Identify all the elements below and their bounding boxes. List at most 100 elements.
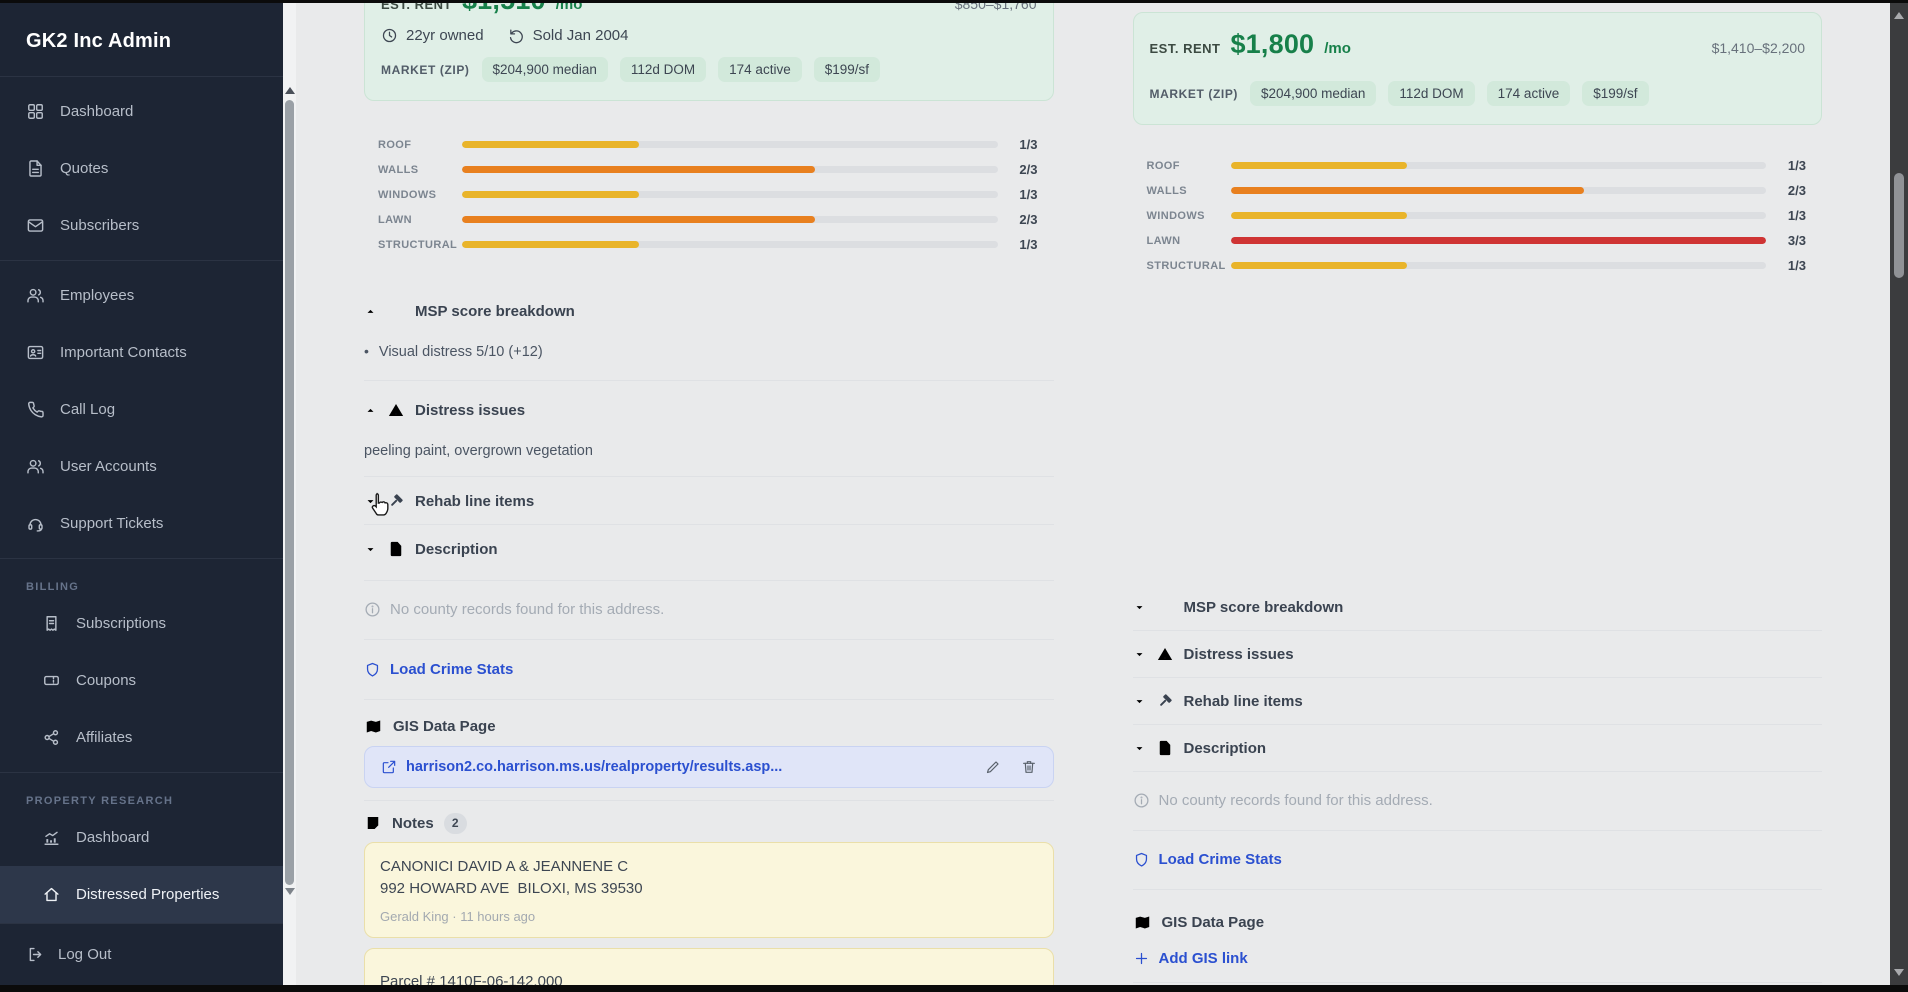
note-icon <box>364 814 382 832</box>
sidebar-item-label: Quotes <box>60 160 108 177</box>
sidebar-item-subscriptions[interactable]: Subscriptions <box>0 595 283 652</box>
divider <box>364 580 1054 581</box>
ticket-icon <box>42 671 61 690</box>
note-line: Parcel # 1410F-06-142.000 <box>380 971 1038 985</box>
condition-bar-roof: ROOF 1/3 <box>1147 155 1807 176</box>
bar-label: LAWN <box>378 214 462 226</box>
delete-trash-icon[interactable] <box>1021 759 1037 775</box>
condition-bar-windows: WINDOWS 1/3 <box>378 184 1038 205</box>
chevron-down-icon <box>364 543 377 556</box>
market-zip-label: MARKET (ZIP) <box>1150 87 1239 101</box>
rent-summary-box: EST. RENT $1,510 /mo $850–$1,760 22yr ow… <box>364 3 1054 101</box>
house-icon <box>42 885 61 904</box>
county-records-text: No county records found for this address… <box>1159 792 1433 809</box>
divider <box>364 476 1054 477</box>
gis-data-page-header: GIS Data Page <box>364 716 1054 736</box>
sidebar-scrollbar-thumb[interactable] <box>285 100 294 885</box>
sidebar-item-distressed-properties[interactable]: Distressed Properties <box>0 866 283 923</box>
gis-external-link[interactable]: harrison2.co.harrison.ms.us/realproperty… <box>381 759 782 775</box>
phone-icon <box>26 400 45 419</box>
sidebar-item-property-dashboard[interactable]: Dashboard <box>0 809 283 866</box>
headset-icon <box>26 514 45 533</box>
market-median-badge: $204,900 median <box>482 57 608 82</box>
warning-triangle-icon <box>387 401 405 419</box>
chart-trend-icon <box>42 828 61 847</box>
sidebar-group-billing: BILLING Subscriptions Coupons Affiliates <box>0 559 283 773</box>
bar-track <box>1231 187 1767 194</box>
condition-bar-lawn: LAWN 3/3 <box>1147 230 1807 251</box>
logout-button[interactable]: Log Out <box>0 923 283 985</box>
note-meta: Gerald King · 11 hours ago <box>380 909 1038 924</box>
receipt-icon <box>42 614 61 633</box>
county-records-row: No county records found for this address… <box>1133 772 1823 831</box>
chevron-down-icon <box>1133 648 1146 661</box>
gis-title: GIS Data Page <box>1162 914 1265 931</box>
rent-range: $850–$1,760 <box>955 3 1037 12</box>
sidebar-item-employees[interactable]: Employees <box>0 267 283 324</box>
edit-pencil-icon[interactable] <box>985 759 1001 775</box>
rehab-line-items-accordion[interactable]: Rehab line items <box>364 491 1054 511</box>
bar-fill <box>1231 237 1767 244</box>
rehab-line-items-accordion[interactable]: Rehab line items <box>1133 678 1823 725</box>
bar-value: 2/3 <box>998 212 1038 227</box>
bar-value: 1/3 <box>1766 158 1806 173</box>
bar-track <box>1231 237 1767 244</box>
market-ppsf-badge: $199/sf <box>814 57 880 82</box>
note-line: 992 HOWARD AVE BILOXI, MS 39530 <box>380 878 1038 900</box>
msp-score-accordion[interactable]: MSP score breakdown <box>1133 584 1823 631</box>
sidebar-item-support-tickets[interactable]: Support Tickets <box>0 495 283 552</box>
sidebar-scrollbar[interactable] <box>283 3 296 985</box>
sidebar-item-affiliates[interactable]: Affiliates <box>0 709 283 766</box>
right-property-card: EST. RENT $1,800 /mo $1,410–$2,200 MARKE… <box>1133 3 1823 985</box>
divider <box>364 639 1054 640</box>
add-gis-link-button[interactable]: Add GIS link <box>1133 950 1823 967</box>
page-scroll-down-arrow[interactable] <box>1894 969 1904 976</box>
page-scroll-up-arrow[interactable] <box>1894 12 1904 19</box>
top-letterbox-bar <box>0 0 1908 3</box>
sidebar-item-subscribers[interactable]: Subscribers <box>0 197 283 254</box>
sidebar-section-header-property-research: PROPERTY RESEARCH <box>0 779 283 809</box>
page-scrollbar[interactable] <box>1890 3 1908 985</box>
distress-issues-accordion[interactable]: Distress issues <box>1133 631 1823 678</box>
page-scrollbar-thumb[interactable] <box>1894 173 1904 278</box>
load-crime-stats-link[interactable]: Load Crime Stats <box>364 661 1054 678</box>
sidebar-scroll-up-arrow[interactable] <box>285 87 295 94</box>
condition-bars: ROOF 1/3 WALLS 2/3 WINDOWS 1/3 LAWN 2/3 … <box>364 134 1054 255</box>
msp-bullet-text: Visual distress 5/10 (+12) <box>379 344 543 360</box>
bullet-dot: • <box>364 343 369 359</box>
description-accordion[interactable]: Description <box>364 539 1054 559</box>
chevron-up-icon <box>364 305 377 318</box>
sidebar-item-coupons[interactable]: Coupons <box>0 652 283 709</box>
sidebar-item-user-accounts[interactable]: User Accounts <box>0 438 283 495</box>
divider <box>1133 982 1823 983</box>
sidebar-item-important-contacts[interactable]: Important Contacts <box>0 324 283 381</box>
sidebar-scroll-down-arrow[interactable] <box>285 888 295 895</box>
crime-stats-label: Load Crime Stats <box>390 661 513 678</box>
sidebar-item-dashboard[interactable]: Dashboard <box>0 83 283 140</box>
share-nodes-icon <box>42 728 61 747</box>
county-records-text: No county records found for this address… <box>390 601 664 618</box>
chevron-down-icon <box>1133 695 1146 708</box>
divider <box>364 380 1054 381</box>
shield-icon <box>1133 851 1150 868</box>
bar-label: LAWN <box>1147 235 1231 247</box>
est-rent-label: EST. RENT <box>381 3 452 12</box>
sidebar-item-call-log[interactable]: Call Log <box>0 381 283 438</box>
owned-text: 22yr owned <box>406 27 484 44</box>
distress-issues-accordion[interactable]: Distress issues <box>364 400 1054 420</box>
plus-icon <box>1133 950 1150 967</box>
market-ppsf-badge: $199/sf <box>1582 81 1648 106</box>
sold-text: Sold Jan 2004 <box>533 27 629 44</box>
msp-score-accordion[interactable]: MSP score breakdown <box>364 301 1054 321</box>
bar-track <box>462 191 998 198</box>
score-chart-icon <box>387 302 405 320</box>
load-crime-stats-link[interactable]: Load Crime Stats <box>1133 851 1823 868</box>
county-records-info: No county records found for this address… <box>1133 792 1823 809</box>
document-icon <box>1156 739 1174 757</box>
bar-track <box>462 241 998 248</box>
users-icon <box>26 286 45 305</box>
condition-bars: ROOF 1/3 WALLS 2/3 WINDOWS 1/3 LAWN 3/3 … <box>1133 155 1823 276</box>
description-accordion[interactable]: Description <box>1133 725 1823 772</box>
sidebar-item-quotes[interactable]: Quotes <box>0 140 283 197</box>
section-title: Distress issues <box>1184 646 1294 663</box>
